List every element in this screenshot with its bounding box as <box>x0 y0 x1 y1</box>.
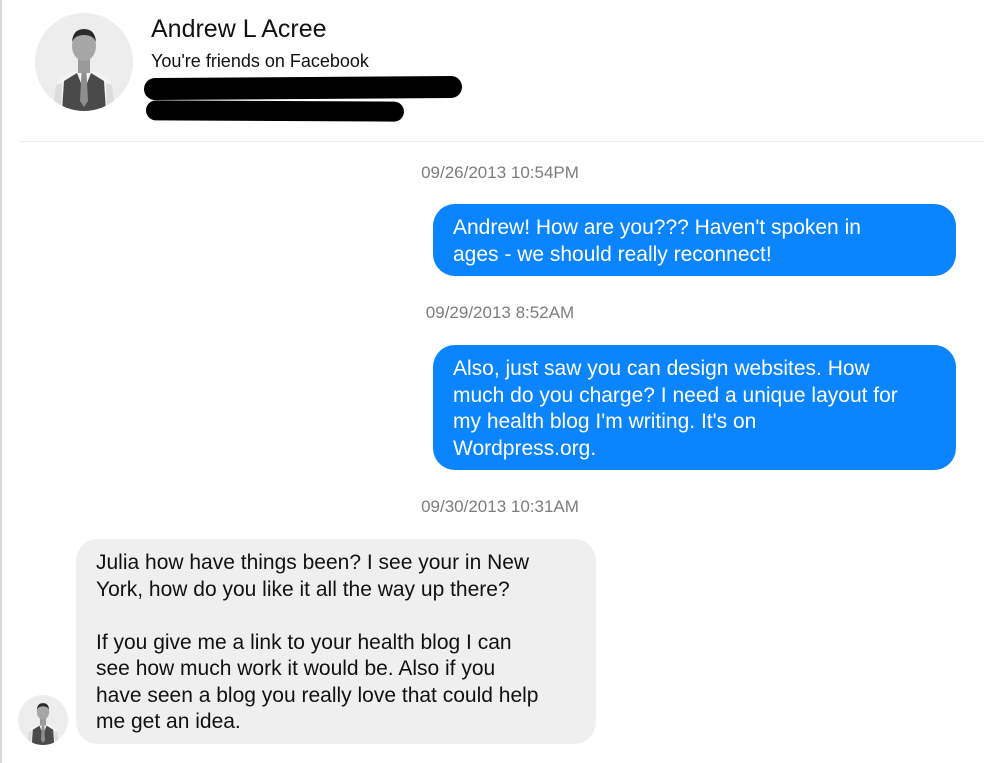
window-left-border <box>0 0 2 763</box>
contact-avatar[interactable] <box>35 13 133 111</box>
header-divider <box>20 141 984 142</box>
contact-name[interactable]: Andrew L Acree <box>151 14 327 44</box>
sender-avatar[interactable] <box>18 695 68 745</box>
message-timestamp: 09/29/2013 8:52AM <box>425 303 575 322</box>
person-avatar-icon <box>35 13 133 111</box>
redaction-mark <box>143 75 463 101</box>
outgoing-message-bubble[interactable]: Andrew! How are you??? Haven't spoken in… <box>433 204 956 276</box>
message-timestamp: 09/26/2013 10:54PM <box>421 163 579 182</box>
redaction-mark <box>145 100 405 122</box>
outgoing-message-bubble[interactable]: Also, just saw you can design websites. … <box>433 345 956 470</box>
friend-status: You're friends on Facebook <box>151 51 369 71</box>
person-avatar-icon <box>18 695 68 745</box>
incoming-message-bubble[interactable]: Julia how have things been? I see your i… <box>76 539 596 744</box>
message-timestamp: 09/30/2013 10:31AM <box>421 497 579 516</box>
